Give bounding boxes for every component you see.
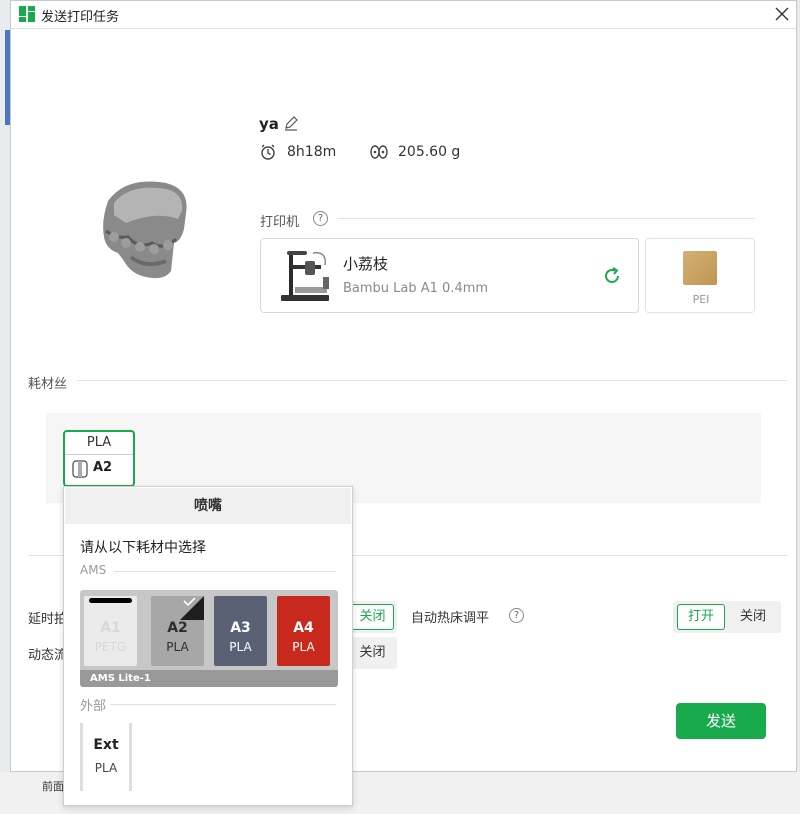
- print-weight: 205.60 g: [398, 144, 461, 160]
- printer-name: 小荔枝: [343, 255, 389, 273]
- external-id: Ext: [93, 737, 119, 753]
- auto-leveling-off-option[interactable]: 关闭: [729, 604, 777, 630]
- slot-material: PLA: [229, 640, 252, 654]
- printer-help-icon[interactable]: ?: [313, 211, 328, 226]
- slot-id: A1: [100, 620, 121, 636]
- popup-header: 喷嘴: [65, 488, 351, 524]
- ams-group-label: AMS: [80, 563, 107, 577]
- edit-pencil-icon[interactable]: [283, 115, 299, 131]
- ams-slot-a2[interactable]: A2 PLA: [151, 596, 204, 666]
- filament-divider: [77, 380, 787, 381]
- close-icon: [775, 7, 789, 21]
- flow-calibration-label: 动态流: [28, 648, 68, 663]
- dialog-titlebar: 发送打印任务: [11, 1, 798, 29]
- slot-color-bar: [219, 598, 262, 603]
- printer-model: Bambu Lab A1 0.4mm: [343, 281, 489, 296]
- filament-section-label: 耗材丝: [28, 377, 68, 392]
- refresh-icon[interactable]: [601, 265, 623, 287]
- timelapse-label: 延时拍: [28, 612, 68, 627]
- popup-prompt: 请从以下耗材中选择: [80, 540, 206, 556]
- flow-calibration-off-option[interactable]: 关闭: [351, 640, 394, 666]
- printer-selector[interactable]: 小荔枝 Bambu Lab A1 0.4mm: [260, 238, 639, 313]
- slot-id: A3: [230, 620, 251, 636]
- external-material: PLA: [94, 761, 118, 775]
- selected-check-icon: [180, 596, 204, 620]
- clock-icon: [261, 144, 275, 160]
- ams-divider: [114, 571, 336, 572]
- slot-id: A2: [167, 620, 188, 636]
- ams-slot-a4[interactable]: A4 PLA: [277, 596, 330, 666]
- filament-chip-material: PLA: [65, 432, 133, 455]
- auto-leveling-on-option[interactable]: 打开: [677, 604, 725, 630]
- auto-leveling-help-icon[interactable]: ?: [509, 608, 524, 623]
- filament-weight-icon: [370, 145, 388, 159]
- close-button[interactable]: [771, 3, 793, 25]
- send-button[interactable]: 发送: [676, 703, 766, 739]
- timelapse-off-option[interactable]: 关闭: [351, 604, 394, 630]
- slot-color-bar: [282, 598, 325, 603]
- task-name: ya: [259, 115, 279, 133]
- spool-icon: [72, 460, 88, 478]
- slot-id: A4: [293, 620, 314, 636]
- bambu-logo-icon: [19, 6, 35, 22]
- background-app-edge: [0, 0, 10, 814]
- ams-slot-a1[interactable]: A1 PETG: [84, 596, 137, 666]
- ams-unit-name: AMS Lite-1: [80, 670, 338, 687]
- ams-slot-a3[interactable]: A3 PLA: [214, 596, 267, 666]
- plate-selector[interactable]: PEI: [645, 238, 755, 313]
- slot-material: PLA: [292, 640, 315, 654]
- slot-color-bar: [89, 598, 132, 603]
- slot-material: PETG: [94, 640, 127, 654]
- printer-divider: [337, 218, 755, 219]
- auto-bed-leveling-label: 自动热床调平: [411, 611, 490, 626]
- filament-mapping-chip[interactable]: PLA A2: [63, 430, 135, 487]
- dialog-title: 发送打印任务: [41, 10, 120, 25]
- printer-section-label: 打印机: [260, 215, 300, 230]
- external-divider: [110, 704, 336, 705]
- ams-unit: A1 PETG A2 PLA A3 PLA A4 PLA AMS Lite-1: [80, 590, 338, 687]
- filament-picker-popup: 喷嘴 请从以下耗材中选择 AMS A1 PETG A2 PLA A3 PLA A…: [63, 486, 353, 806]
- filament-chip-slot: A2: [93, 460, 113, 475]
- pei-plate-image: [683, 251, 717, 285]
- plate-label: PEI: [692, 293, 710, 306]
- print-time: 8h18m: [287, 144, 337, 160]
- external-spool-option[interactable]: Ext PLA: [80, 723, 132, 791]
- slot-material: PLA: [166, 640, 189, 654]
- background-label: 前面: [42, 780, 64, 793]
- auto-leveling-toggle: 打开 关闭: [673, 601, 781, 633]
- printer-thumbnail: [281, 251, 329, 301]
- external-group-label: 外部: [80, 699, 107, 714]
- model-thumbnail: [103, 181, 187, 279]
